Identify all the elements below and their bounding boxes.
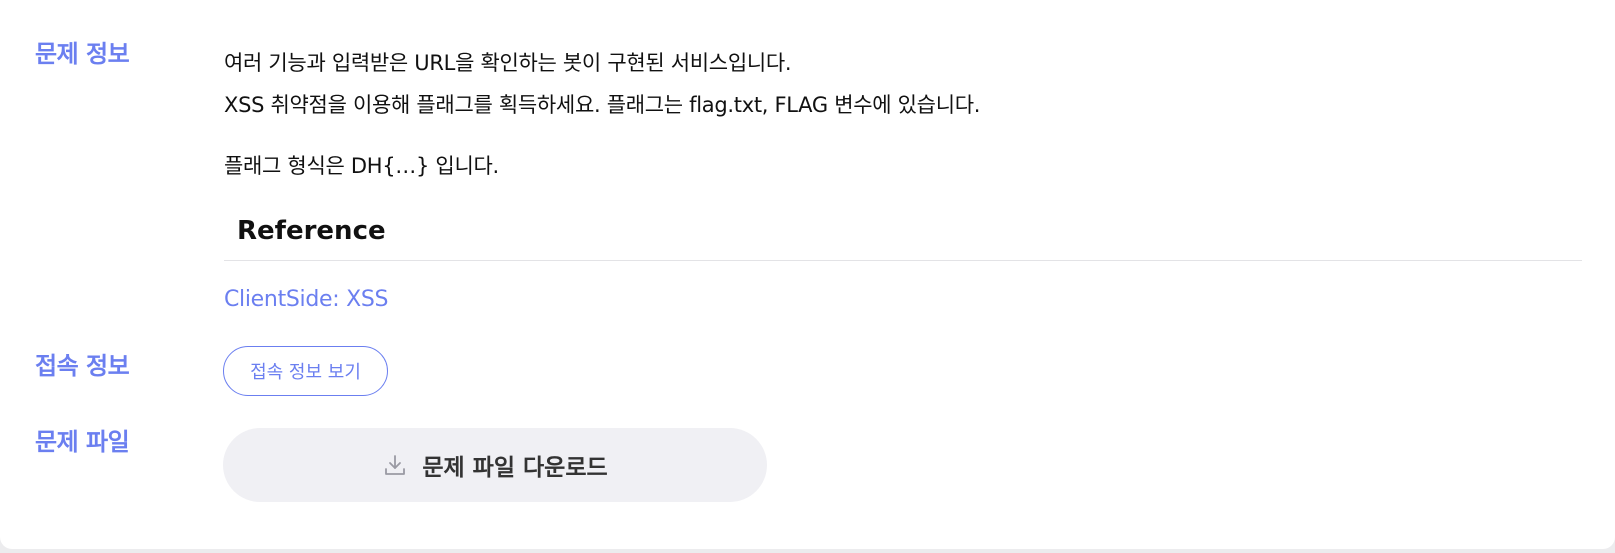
access-info-label: 접속 정보: [35, 352, 130, 380]
problem-info-label: 문제 정보: [35, 40, 130, 68]
reference-heading: Reference: [237, 216, 386, 246]
problem-card: 문제 정보 여러 기능과 입력받은 URL을 확인하는 봇이 구현된 서비스입니…: [0, 0, 1615, 549]
description-line-2: XSS 취약점을 이용해 플래그를 획득하세요. 플래그는 flag.txt, …: [224, 93, 981, 117]
download-file-button[interactable]: 문제 파일 다운로드: [223, 428, 767, 502]
description-line-1: 여러 기능과 입력받은 URL을 확인하는 봇이 구현된 서비스입니다.: [224, 51, 792, 75]
reference-link[interactable]: ClientSide: XSS: [224, 285, 388, 315]
download-button-label: 문제 파일 다운로드: [422, 455, 608, 481]
description-line-3: 플래그 형식은 DH{…} 입니다.: [224, 154, 499, 178]
problem-file-label: 문제 파일: [35, 428, 130, 456]
view-access-info-button[interactable]: 접속 정보 보기: [223, 346, 388, 396]
reference-divider: [224, 260, 1582, 261]
download-icon: [382, 452, 408, 478]
